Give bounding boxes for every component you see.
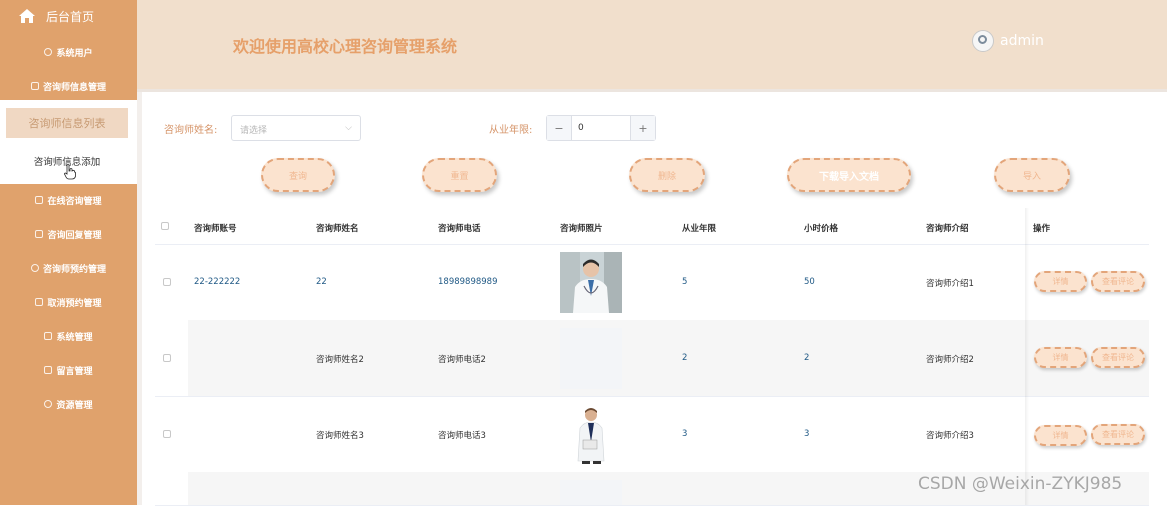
cell-intro: 咨询师介绍2 xyxy=(926,355,974,365)
col-years: 从业年限 xyxy=(682,224,717,234)
col-photo: 咨询师照片 xyxy=(560,224,603,234)
sidebar-item-label: 咨询师信息管理 xyxy=(42,82,106,93)
sidebar-item-label: 系统用户 xyxy=(56,48,93,59)
detail-button[interactable]: 详情 xyxy=(1034,347,1087,368)
decrement-button[interactable]: − xyxy=(547,116,572,140)
view-comments-button[interactable]: 查看评论 xyxy=(1091,271,1145,292)
doc-icon xyxy=(35,298,44,306)
counselor-photo xyxy=(560,404,622,465)
sidebar-item-message[interactable]: 留言管理 xyxy=(0,355,137,385)
col-actions: 操作 xyxy=(1033,224,1051,234)
top-header: 欢迎使用高校心理咨询管理系统 admin xyxy=(137,0,1167,89)
view-comments-button[interactable]: 查看评论 xyxy=(1091,347,1145,368)
cell-phone: 咨询师电话2 xyxy=(438,355,486,365)
years-label: 从业年限: xyxy=(489,125,533,136)
years-value[interactable]: 0 xyxy=(578,123,584,133)
cell-phone: 咨询师电话3 xyxy=(438,431,486,441)
cell-price: 50 xyxy=(804,277,815,287)
search-button[interactable]: 查询 xyxy=(261,158,335,192)
import-button[interactable]: 导入 xyxy=(994,158,1070,192)
doc-icon xyxy=(35,196,44,204)
col-name: 咨询师姓名 xyxy=(316,224,359,234)
username[interactable]: admin xyxy=(1000,33,1044,49)
cell-phone: 18989898989 xyxy=(438,277,498,287)
sidebar-item-users[interactable]: 系统用户 xyxy=(0,37,137,67)
cell-years: 2 xyxy=(682,353,688,363)
counselor-photo xyxy=(560,252,622,313)
cell-years: 3 xyxy=(682,429,688,439)
sidebar-item-system[interactable]: 系统管理 xyxy=(0,321,137,351)
table-row: 咨询师姓名2 咨询师电话2 2 2 咨询师介绍2 详情 查看评论 xyxy=(155,320,1149,397)
years-stepper[interactable]: − 0 + xyxy=(546,115,656,141)
cell-name: 22 xyxy=(316,277,327,287)
sidebar-item-label: 咨询师预约管理 xyxy=(42,264,106,275)
select-placeholder: 请选择 xyxy=(240,126,268,136)
delete-button[interactable]: 删除 xyxy=(629,158,705,192)
sidebar: 后台首页 系统用户 咨询师信息管理 咨询师信息列表 咨询师信息添加 在线咨询管理… xyxy=(0,0,137,505)
cell-price: 3 xyxy=(804,429,810,439)
sidebar-item-label: 取消预约管理 xyxy=(47,298,102,309)
row-select-cell xyxy=(155,320,188,396)
cell-price: 2 xyxy=(804,353,810,363)
sidebar-item-counselor-manage[interactable]: 咨询师信息管理 xyxy=(0,71,137,101)
select-all-checkbox[interactable] xyxy=(161,222,169,230)
sidebar-item-resource[interactable]: 资源管理 xyxy=(0,389,137,419)
sidebar-item-cancel[interactable]: 取消预约管理 xyxy=(0,287,137,317)
sidebar-item-reply[interactable]: 咨询回复管理 xyxy=(0,219,137,249)
counselor-photo-placeholder xyxy=(560,480,622,505)
home-icon xyxy=(19,9,35,23)
detail-button[interactable]: 详情 xyxy=(1034,425,1087,446)
cell-name: 咨询师姓名2 xyxy=(316,355,364,365)
cell-intro: 咨询师介绍3 xyxy=(926,431,974,441)
cell-name: 咨询师姓名3 xyxy=(316,431,364,441)
row-checkbox[interactable] xyxy=(163,430,171,438)
sidebar-item-appointment[interactable]: 咨询师预约管理 xyxy=(0,253,137,283)
row-checkbox[interactable] xyxy=(163,354,171,362)
col-account: 咨询师账号 xyxy=(194,224,237,234)
cloud-icon xyxy=(44,400,53,408)
submenu-counselor-list[interactable]: 咨询师信息列表 xyxy=(6,108,128,138)
increment-button[interactable]: + xyxy=(630,116,655,140)
message-icon xyxy=(44,366,53,374)
counselor-name-label: 咨询师姓名: xyxy=(164,125,218,136)
edit-icon xyxy=(30,82,39,90)
header-divider xyxy=(137,89,1167,92)
sidebar-item-label: 资源管理 xyxy=(56,400,93,411)
row-select-cell xyxy=(155,472,188,505)
sidebar-item-label: 在线咨询管理 xyxy=(47,196,102,207)
table-row: 咨询师姓名3 咨询师电话3 3 3 咨询师介绍3 详情 查看评论 xyxy=(155,396,1149,473)
reset-button[interactable]: 重置 xyxy=(422,158,497,192)
sidebar-item-online-consult[interactable]: 在线咨询管理 xyxy=(0,185,137,215)
table-header: 咨询师账号 咨询师姓名 咨询师电话 咨询师照片 从业年限 小时价格 咨询师介绍 … xyxy=(155,208,1149,245)
detail-button[interactable]: 详情 xyxy=(1034,271,1087,292)
sidebar-home[interactable]: 后台首页 xyxy=(18,5,94,27)
page-title: 欢迎使用高校心理咨询管理系统 xyxy=(233,37,458,56)
sidebar-item-label: 系统管理 xyxy=(56,332,93,343)
counselor-name-select[interactable]: 请选择 ⌵ xyxy=(231,115,361,141)
fixed-column-shadow xyxy=(1025,208,1029,505)
table-row: 22-222222 22 18989898989 5 50 咨询师介绍1 详情 … xyxy=(155,244,1149,321)
cloud-icon xyxy=(30,264,39,272)
sidebar-item-label: 咨询回复管理 xyxy=(47,230,102,241)
edit-icon xyxy=(35,230,44,238)
sidebar-item-label: 留言管理 xyxy=(56,366,93,377)
user-icon xyxy=(44,48,53,56)
download-template-button[interactable]: 下载导入文档 xyxy=(787,158,911,192)
cell-account: 22-222222 xyxy=(194,277,241,287)
sidebar-home-label: 后台首页 xyxy=(46,9,95,24)
watermark: CSDN @Weixin-ZYKJ985 xyxy=(918,474,1123,494)
settings-icon xyxy=(44,332,53,340)
col-intro: 咨询师介绍 xyxy=(926,224,969,234)
hand-cursor-icon xyxy=(64,164,76,180)
cell-years: 5 xyxy=(682,277,688,287)
main-edge xyxy=(137,92,142,505)
counselor-photo-placeholder xyxy=(560,328,622,389)
col-price: 小时价格 xyxy=(804,224,839,234)
avatar[interactable] xyxy=(972,30,994,52)
chevron-down-icon: ⌵ xyxy=(345,123,352,133)
cell-intro: 咨询师介绍1 xyxy=(926,279,974,289)
col-phone: 咨询师电话 xyxy=(438,224,481,234)
view-comments-button[interactable]: 查看评论 xyxy=(1091,424,1145,445)
row-checkbox[interactable] xyxy=(163,278,171,286)
